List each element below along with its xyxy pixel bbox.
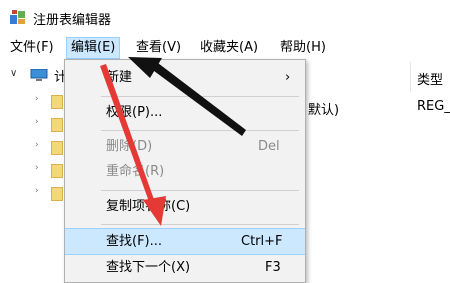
folder-icon — [51, 141, 63, 155]
menu-item-label: 新建 — [106, 70, 133, 85]
menu-item-label: 权限(P)... — [106, 105, 163, 120]
column-divider[interactable] — [410, 62, 411, 92]
menu-file[interactable]: 文件(F) — [6, 38, 58, 58]
tree-folder[interactable]: › — [35, 140, 63, 155]
menu-item-find-next[interactable]: 查找下一个(X) F3 — [65, 255, 305, 280]
menu-view[interactable]: 查看(V) — [132, 38, 185, 58]
folder-icon — [51, 118, 63, 132]
value-type-default: REG_ — [417, 99, 450, 114]
tree-folder[interactable]: › — [35, 186, 63, 201]
menu-favorites[interactable]: 收藏夹(A) — [196, 38, 262, 58]
menu-separator — [101, 190, 299, 191]
menu-item-delete: 删除(D) Del — [65, 134, 305, 159]
folder-icon — [51, 95, 63, 109]
registry-tree[interactable]: ∨ 计 › › › › › — [0, 62, 67, 281]
column-header-type[interactable]: 类型 — [417, 69, 443, 88]
tree-folder[interactable]: › — [35, 117, 63, 132]
menu-item-permissions[interactable]: 权限(P)... — [65, 100, 305, 125]
menu-help[interactable]: 帮助(H) — [276, 38, 330, 58]
folder-icon — [51, 164, 63, 178]
menu-separator — [101, 130, 299, 131]
regedit-icon — [10, 10, 25, 24]
menu-item-label: 查找下一个(X) — [106, 260, 191, 275]
chevron-down-icon[interactable]: ∨ — [10, 68, 17, 79]
chevron-right-icon[interactable]: › — [35, 140, 39, 150]
menu-separator — [101, 224, 299, 225]
computer-icon — [30, 69, 48, 81]
chevron-right-icon[interactable]: › — [35, 186, 39, 196]
chevron-right-icon[interactable]: › — [35, 94, 39, 104]
edit-menu-dropdown: 新建 › 权限(P)... 删除(D) Del 重命名(R) 复制项名称(C) … — [64, 59, 306, 283]
menu-item-copy-key-name[interactable]: 复制项名称(C) — [65, 194, 305, 219]
window-title: 注册表编辑器 — [33, 13, 112, 28]
menu-item-find[interactable]: 查找(F)... Ctrl+F — [65, 228, 305, 255]
menu-item-label: 复制项名称(C) — [106, 199, 191, 214]
menu-item-shortcut: Del — [258, 139, 280, 154]
tree-folder[interactable]: › — [35, 94, 63, 109]
menu-item-label: 重命名(R) — [106, 164, 165, 179]
menu-item-shortcut: Ctrl+F — [241, 234, 283, 249]
menu-edit[interactable]: 编辑(E) — [66, 37, 121, 59]
menu-item-rename: 重命名(R) — [65, 159, 305, 184]
submenu-arrow-icon: › — [285, 70, 291, 85]
menu-item-new[interactable]: 新建 › — [65, 65, 305, 90]
menu-item-shortcut: F3 — [265, 260, 281, 275]
folder-icon — [51, 187, 63, 201]
menu-item-label: 查找(F)... — [106, 234, 163, 249]
title-bar: 注册表编辑器 — [0, 0, 450, 34]
chevron-right-icon[interactable]: › — [35, 163, 39, 173]
menu-bar: 文件(F) 编辑(E) 查看(V) 收藏夹(A) 帮助(H) — [0, 36, 450, 60]
menu-item-label: 删除(D) — [106, 139, 153, 154]
value-name-default[interactable]: 默认) — [308, 99, 339, 118]
chevron-right-icon[interactable]: › — [35, 117, 39, 127]
tree-folder[interactable]: › — [35, 163, 63, 178]
menu-separator — [101, 96, 299, 97]
